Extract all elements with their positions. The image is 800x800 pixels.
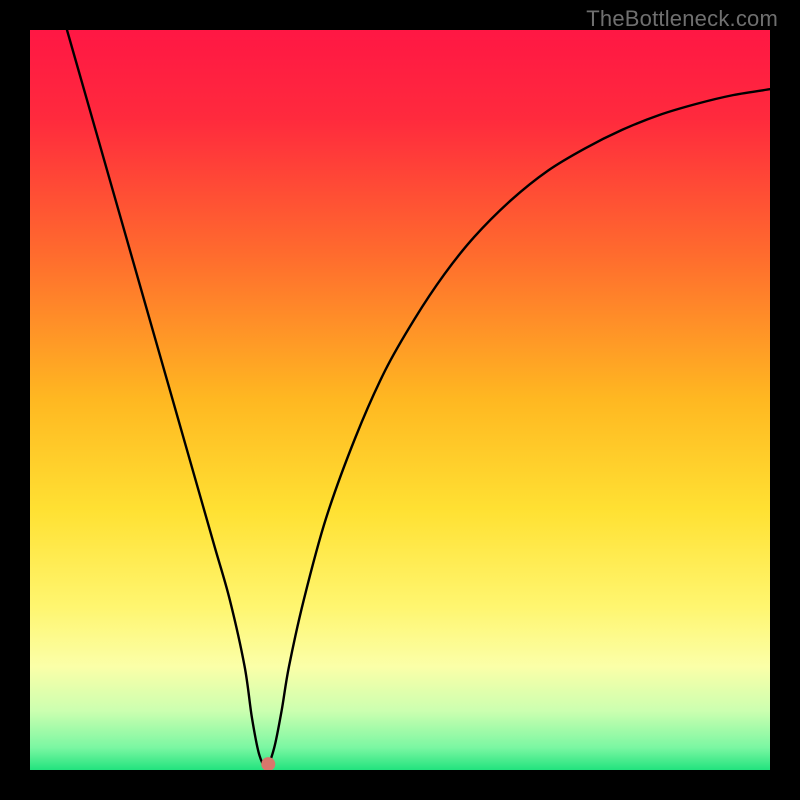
plot-area [30, 30, 770, 770]
plot-svg [30, 30, 770, 770]
chart-frame: TheBottleneck.com [0, 0, 800, 800]
gradient-background [30, 30, 770, 770]
watermark-text: TheBottleneck.com [586, 6, 778, 32]
